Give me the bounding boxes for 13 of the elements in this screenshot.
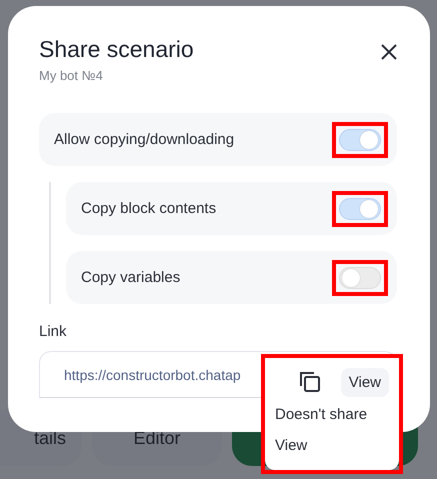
link-label: Link xyxy=(39,323,68,340)
toggle-switch[interactable] xyxy=(339,266,381,288)
option-label: Copy variables xyxy=(81,269,180,286)
link-url: https://constructorbot.chatap xyxy=(64,366,241,382)
dialog-subtitle: My bot №4 xyxy=(39,68,104,83)
toggle-switch[interactable] xyxy=(339,128,381,150)
copy-icon[interactable] xyxy=(298,371,321,393)
dialog-title: Share scenario xyxy=(39,36,194,63)
access-dropdown[interactable]: View xyxy=(340,368,389,396)
close-button[interactable] xyxy=(381,44,397,60)
option-label: Copy block contents xyxy=(81,200,216,217)
option-label: Allow copying/downloading xyxy=(54,131,234,148)
toggle-switch[interactable] xyxy=(339,198,381,220)
